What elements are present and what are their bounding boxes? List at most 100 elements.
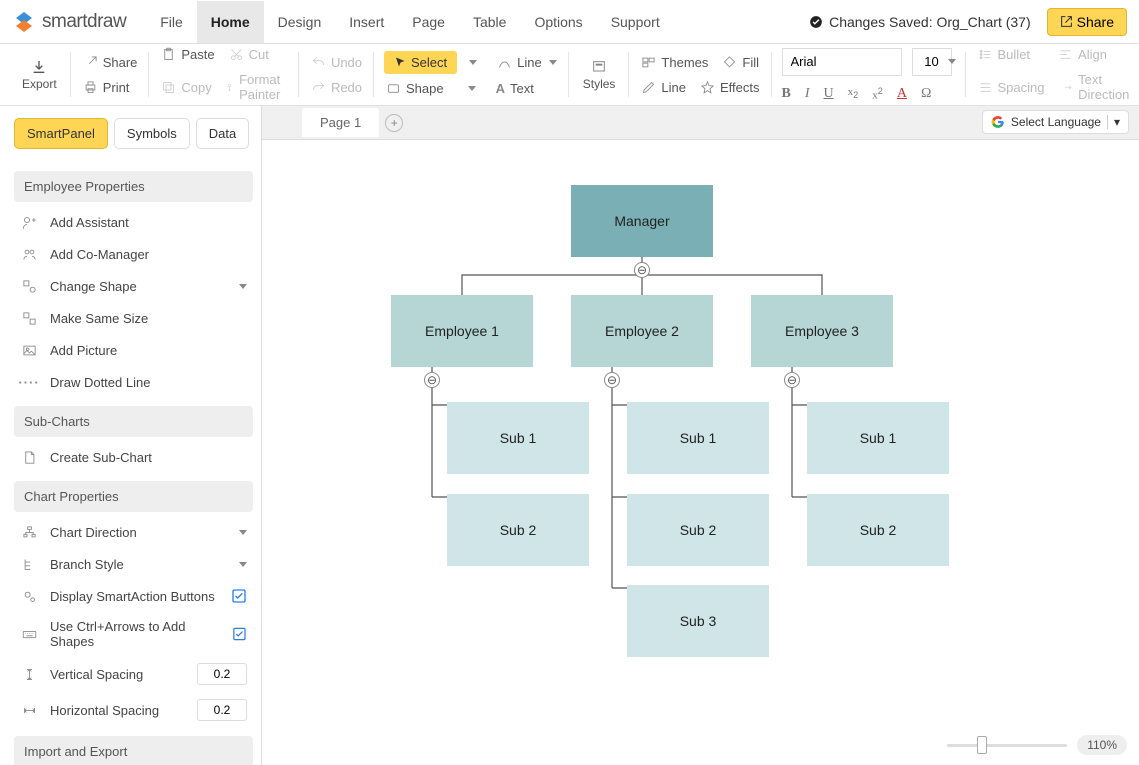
redo-button[interactable]: Redo <box>309 77 364 98</box>
fill-icon <box>722 55 737 70</box>
spacing-button[interactable]: Spacing <box>976 77 1047 98</box>
format-painter-button[interactable]: Format Painter <box>224 69 289 105</box>
symbol-button[interactable]: Ω <box>921 86 931 102</box>
font-size-dropdown[interactable] <box>948 59 956 64</box>
add-co-manager[interactable]: Add Co-Manager <box>14 238 253 270</box>
node-e3-sub1[interactable]: Sub 1 <box>807 402 949 474</box>
canvas[interactable]: Manager ⊖ Employee 1 Employee 2 Employee… <box>262 140 1139 765</box>
dotted-line-icon: ···· <box>20 373 38 391</box>
align-icon <box>1058 47 1073 62</box>
bullet-icon <box>978 47 993 62</box>
checkbox-checked-icon[interactable] <box>231 588 247 604</box>
text-direction-button[interactable]: Text Direction <box>1061 69 1136 105</box>
add-assistant[interactable]: Add Assistant <box>14 206 253 238</box>
node-e2-sub1[interactable]: Sub 1 <box>627 402 769 474</box>
node-e1-sub2[interactable]: Sub 2 <box>447 494 589 566</box>
themes-button[interactable]: Themes <box>639 52 710 73</box>
font-color-button[interactable]: A <box>897 86 907 102</box>
menu-page[interactable]: Page <box>398 1 459 43</box>
add-page-button[interactable]: + <box>385 114 403 132</box>
zoom-slider[interactable] <box>947 744 1067 747</box>
add-picture[interactable]: Add Picture <box>14 334 253 366</box>
menu-home[interactable]: Home <box>197 1 264 43</box>
menu-table[interactable]: Table <box>459 1 520 43</box>
branch-style[interactable]: Branch Style <box>14 548 253 580</box>
tab-symbols[interactable]: Symbols <box>114 118 190 149</box>
styles-button[interactable]: Styles <box>579 59 620 91</box>
menu-options[interactable]: Options <box>520 1 596 43</box>
node-e1-sub1[interactable]: Sub 1 <box>447 402 589 474</box>
chevron-down-icon: ▾ <box>1107 115 1120 129</box>
select-tool[interactable]: Select <box>384 51 457 74</box>
paste-button[interactable]: Paste <box>159 44 216 65</box>
undo-button[interactable]: Undo <box>309 52 364 73</box>
print-button[interactable]: Print <box>81 77 140 98</box>
bullet-button[interactable]: Bullet <box>976 44 1033 65</box>
change-shape[interactable]: Change Shape <box>14 270 253 302</box>
language-selector[interactable]: Select Language ▾ <box>982 110 1129 134</box>
collapse-emp-3[interactable]: ⊖ <box>784 372 800 388</box>
cut-button[interactable]: Cut <box>227 44 271 65</box>
node-e2-sub2[interactable]: Sub 2 <box>627 494 769 566</box>
menu-design[interactable]: Design <box>264 1 336 43</box>
export-button[interactable]: Export <box>18 59 61 91</box>
tab-data[interactable]: Data <box>196 118 249 149</box>
effects-button[interactable]: Effects <box>698 77 762 98</box>
chart-direction[interactable]: Chart Direction <box>14 516 253 548</box>
line-tool[interactable]: Line <box>495 52 559 73</box>
line-style-button[interactable]: Line <box>639 77 688 98</box>
node-e2-sub3[interactable]: Sub 3 <box>627 585 769 657</box>
menu-insert[interactable]: Insert <box>335 1 398 43</box>
use-ctrl-arrows[interactable]: Use Ctrl+Arrows to Add Shapes <box>14 612 253 656</box>
tab-smartpanel[interactable]: SmartPanel <box>14 118 108 149</box>
v-spacing-input[interactable] <box>197 663 247 685</box>
shape-tool[interactable]: Shape <box>384 78 446 99</box>
share-icon <box>1060 15 1073 28</box>
ribbon: Export Share Print Paste Cut Copy Format… <box>0 44 1139 106</box>
font-family-input[interactable] <box>782 48 902 76</box>
fill-button[interactable]: Fill <box>720 52 761 73</box>
cursor-icon <box>394 56 406 68</box>
select-dropdown[interactable] <box>469 60 477 65</box>
make-same-size[interactable]: Make Same Size <box>14 302 253 334</box>
shape-dropdown[interactable] <box>468 86 476 91</box>
shape-icon <box>386 81 401 96</box>
share-ribbon-button[interactable]: Share <box>81 52 140 73</box>
node-employee-1[interactable]: Employee 1 <box>391 295 533 367</box>
align-button[interactable]: Align <box>1056 44 1109 65</box>
copy-button[interactable]: Copy <box>159 77 213 98</box>
collapse-emp-2[interactable]: ⊖ <box>604 372 620 388</box>
star-icon <box>700 80 715 95</box>
text-tool[interactable]: AText <box>494 78 536 99</box>
superscript-button[interactable]: x2 <box>872 86 883 102</box>
node-e3-sub2[interactable]: Sub 2 <box>807 494 949 566</box>
node-manager[interactable]: Manager <box>571 185 713 257</box>
h-spacing-input[interactable] <box>197 699 247 721</box>
create-sub-chart[interactable]: Create Sub-Chart <box>14 441 253 473</box>
picture-icon <box>20 341 38 359</box>
italic-button[interactable]: I <box>805 86 810 102</box>
styles-icon <box>590 59 608 75</box>
chevron-down-icon <box>239 530 247 535</box>
draw-dotted-line[interactable]: ····Draw Dotted Line <box>14 366 253 398</box>
font-size-input[interactable] <box>912 48 952 76</box>
page-tab-1[interactable]: Page 1 <box>302 108 379 137</box>
chart-direction-icon <box>20 523 38 541</box>
bold-button[interactable]: B <box>782 86 791 102</box>
checkbox-checked-icon[interactable] <box>232 626 247 642</box>
collapse-emp-1[interactable]: ⊖ <box>424 372 440 388</box>
redo-icon <box>311 80 326 95</box>
zoom-value[interactable]: 110% <box>1077 735 1127 755</box>
share-button[interactable]: Share <box>1047 8 1127 36</box>
menu-support[interactable]: Support <box>597 1 674 43</box>
google-icon <box>991 115 1005 129</box>
display-smartaction-buttons[interactable]: Display SmartAction Buttons <box>14 580 253 612</box>
underline-button[interactable]: U <box>824 86 834 102</box>
node-employee-3[interactable]: Employee 3 <box>751 295 893 367</box>
node-employee-2[interactable]: Employee 2 <box>571 295 713 367</box>
menu-file[interactable]: File <box>146 1 197 43</box>
app-logo[interactable]: smartdraw <box>12 10 126 34</box>
collapse-manager[interactable]: ⊖ <box>634 262 650 278</box>
subscript-button[interactable]: x2 <box>848 86 859 100</box>
zoom-thumb[interactable] <box>977 736 987 754</box>
